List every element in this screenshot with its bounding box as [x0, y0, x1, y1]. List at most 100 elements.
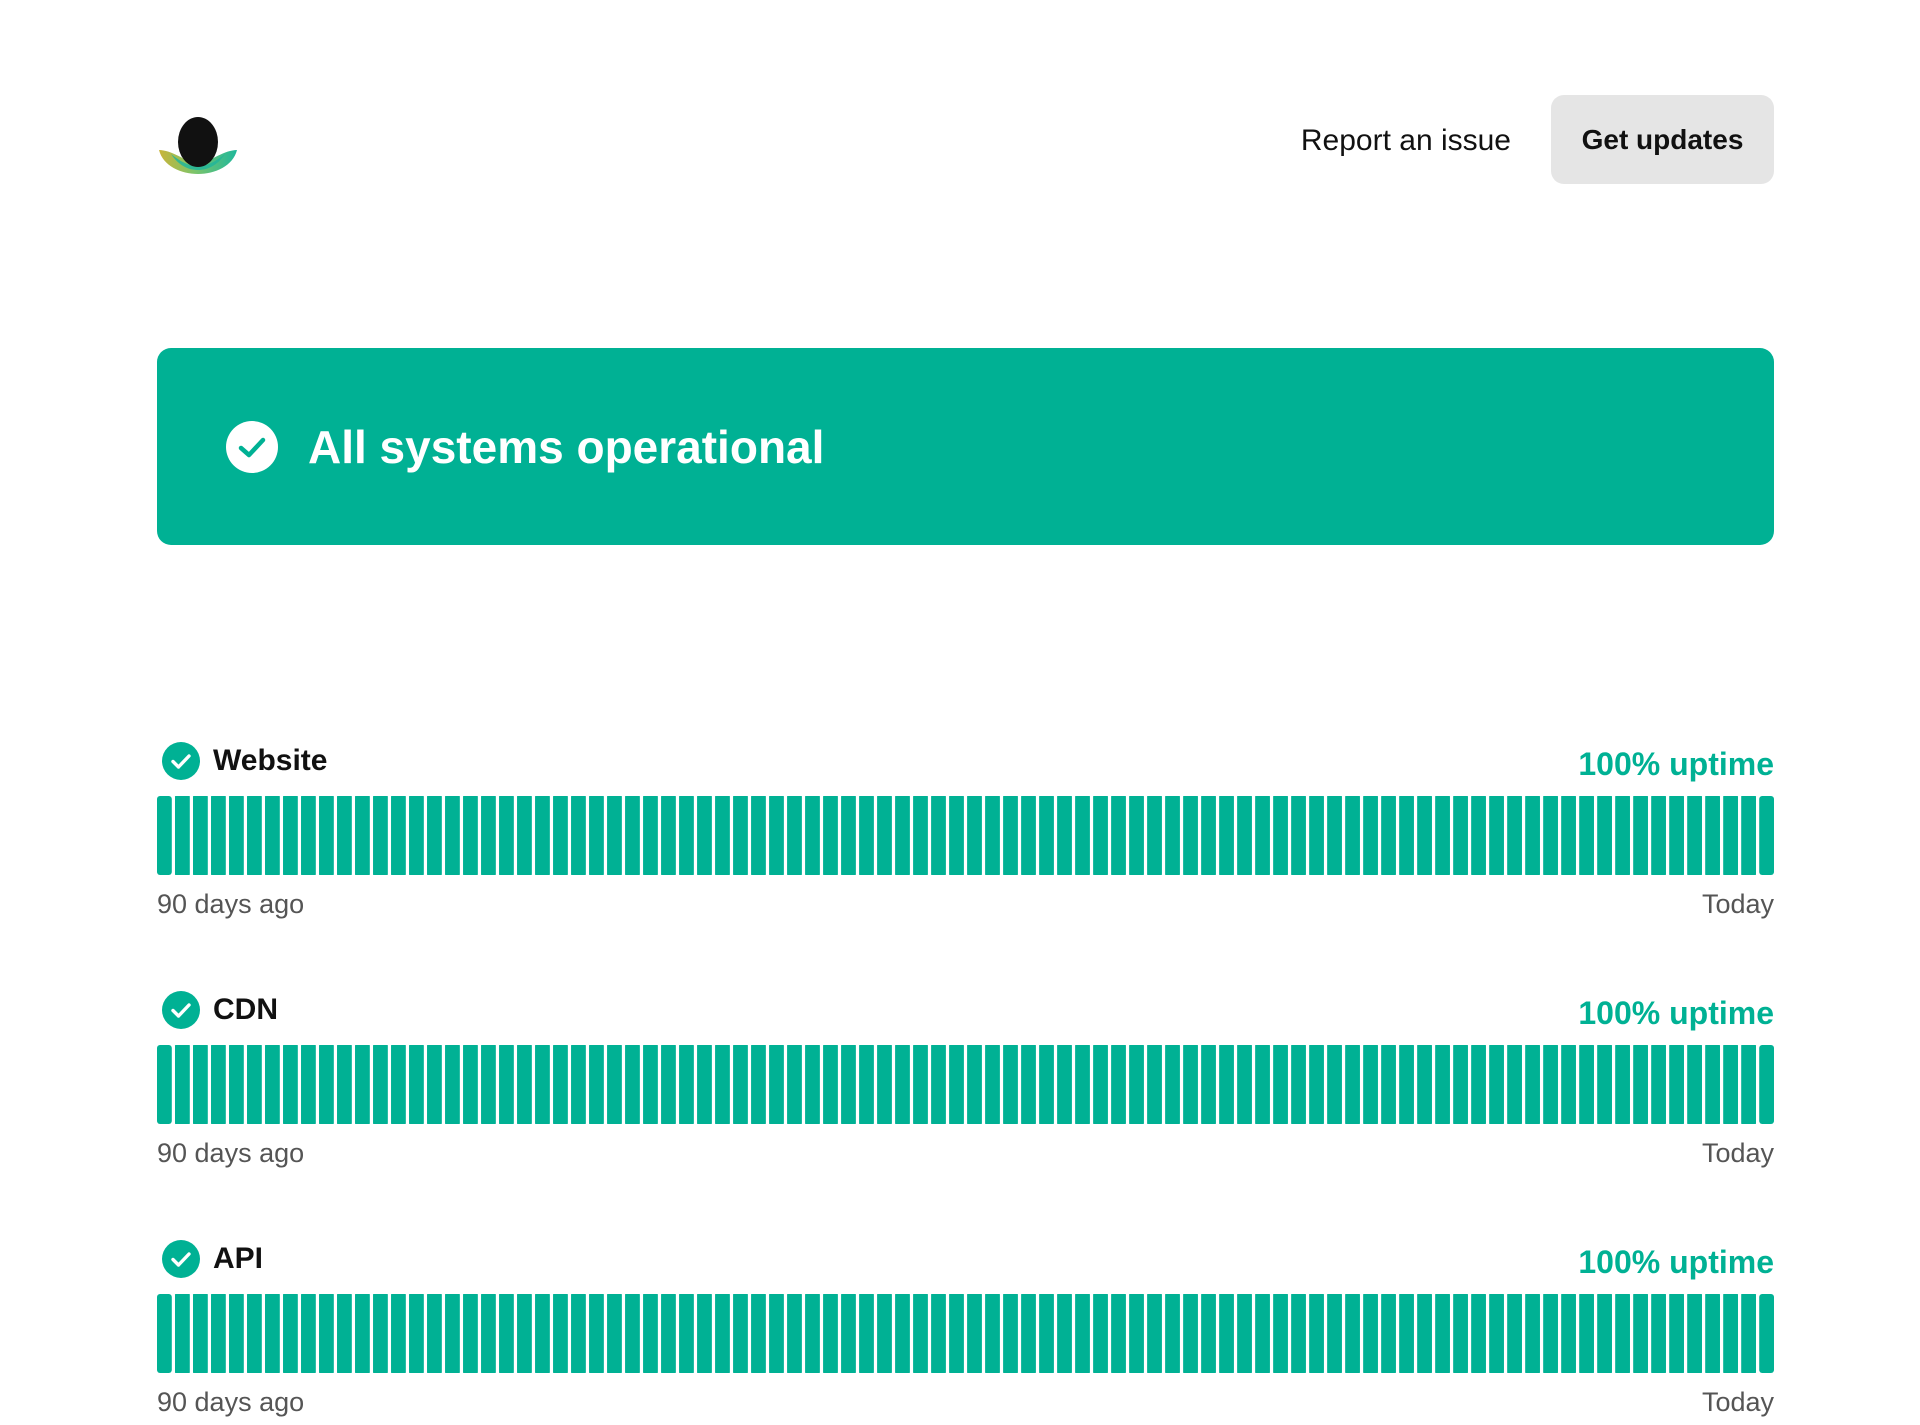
uptime-day-bar[interactable] — [625, 1045, 640, 1124]
uptime-day-bar[interactable] — [1489, 1045, 1504, 1124]
uptime-day-bar[interactable] — [1687, 1045, 1702, 1124]
uptime-day-bar[interactable] — [751, 796, 766, 875]
uptime-day-bar[interactable] — [1381, 1045, 1396, 1124]
uptime-day-bar[interactable] — [1021, 1294, 1036, 1373]
uptime-day-bar[interactable] — [769, 1294, 784, 1373]
uptime-day-bar[interactable] — [733, 1045, 748, 1124]
uptime-day-bar[interactable] — [265, 1294, 280, 1373]
uptime-day-bar[interactable] — [391, 796, 406, 875]
uptime-day-bar[interactable] — [949, 1294, 964, 1373]
uptime-day-bar[interactable] — [967, 1294, 982, 1373]
uptime-day-bar[interactable] — [1435, 1045, 1450, 1124]
uptime-day-bar[interactable] — [1075, 1045, 1090, 1124]
uptime-day-bar[interactable] — [913, 1294, 928, 1373]
uptime-day-bar[interactable] — [1633, 1045, 1648, 1124]
uptime-day-bar[interactable] — [1561, 1294, 1576, 1373]
uptime-day-bar[interactable] — [517, 1294, 532, 1373]
uptime-day-bar[interactable] — [373, 796, 388, 875]
uptime-day-bar[interactable] — [823, 1294, 838, 1373]
uptime-day-bar[interactable] — [355, 1045, 370, 1124]
uptime-day-bar[interactable] — [1651, 796, 1666, 875]
uptime-day-bar[interactable] — [463, 1294, 478, 1373]
uptime-day-bar[interactable] — [535, 1045, 550, 1124]
uptime-day-bar[interactable] — [1633, 796, 1648, 875]
uptime-day-bar[interactable] — [265, 796, 280, 875]
uptime-day-bar[interactable] — [553, 796, 568, 875]
uptime-day-bar[interactable] — [1741, 1294, 1756, 1373]
uptime-day-bar[interactable] — [481, 1045, 496, 1124]
uptime-day-bar[interactable] — [211, 1045, 226, 1124]
uptime-day-bar[interactable] — [1003, 796, 1018, 875]
uptime-day-bar[interactable] — [1237, 1045, 1252, 1124]
uptime-day-bar[interactable] — [1291, 796, 1306, 875]
uptime-day-bar[interactable] — [1741, 796, 1756, 875]
uptime-day-bar[interactable] — [1705, 1294, 1720, 1373]
uptime-day-bar[interactable] — [679, 1045, 694, 1124]
uptime-day-bar[interactable] — [931, 796, 946, 875]
uptime-day-bar[interactable] — [409, 796, 424, 875]
logo-icon[interactable] — [157, 110, 239, 175]
uptime-day-bar[interactable] — [1039, 1045, 1054, 1124]
uptime-day-bar[interactable] — [697, 1294, 712, 1373]
uptime-day-bar[interactable] — [1201, 796, 1216, 875]
uptime-day-bar[interactable] — [1003, 1294, 1018, 1373]
uptime-day-bar[interactable] — [1147, 796, 1162, 875]
uptime-day-bar[interactable] — [1759, 796, 1774, 875]
uptime-day-bar[interactable] — [787, 1294, 802, 1373]
uptime-day-bar[interactable] — [283, 796, 298, 875]
uptime-day-bar[interactable] — [283, 1294, 298, 1373]
uptime-day-bar[interactable] — [517, 796, 532, 875]
uptime-day-bar[interactable] — [1471, 1294, 1486, 1373]
uptime-day-bar[interactable] — [499, 1294, 514, 1373]
uptime-day-bar[interactable] — [589, 1045, 604, 1124]
uptime-day-bar[interactable] — [193, 1045, 208, 1124]
uptime-day-bar[interactable] — [1093, 1294, 1108, 1373]
uptime-day-bar[interactable] — [337, 1045, 352, 1124]
report-issue-link[interactable]: Report an issue — [1301, 123, 1511, 159]
uptime-day-bar[interactable] — [1291, 1294, 1306, 1373]
get-updates-button[interactable]: Get updates — [1551, 95, 1774, 184]
uptime-day-bar[interactable] — [787, 1045, 802, 1124]
uptime-day-bar[interactable] — [949, 796, 964, 875]
uptime-day-bar[interactable] — [445, 1045, 460, 1124]
uptime-day-bar[interactable] — [1453, 1045, 1468, 1124]
uptime-day-bar[interactable] — [1201, 1045, 1216, 1124]
uptime-day-bar[interactable] — [535, 796, 550, 875]
uptime-day-bar[interactable] — [535, 1294, 550, 1373]
uptime-day-bar[interactable] — [463, 1045, 478, 1124]
uptime-day-bar[interactable] — [1579, 796, 1594, 875]
uptime-day-bar[interactable] — [193, 796, 208, 875]
uptime-day-bar[interactable] — [1723, 1045, 1738, 1124]
uptime-day-bar[interactable] — [1255, 1294, 1270, 1373]
uptime-day-bar[interactable] — [607, 1045, 622, 1124]
uptime-day-bar[interactable] — [1219, 1045, 1234, 1124]
uptime-day-bar[interactable] — [913, 796, 928, 875]
uptime-day-bar[interactable] — [1471, 1045, 1486, 1124]
uptime-day-bar[interactable] — [859, 1294, 874, 1373]
uptime-day-bar[interactable] — [1597, 796, 1612, 875]
uptime-day-bar[interactable] — [1687, 796, 1702, 875]
uptime-day-bar[interactable] — [661, 1294, 676, 1373]
uptime-day-bar[interactable] — [877, 1294, 892, 1373]
uptime-day-bar[interactable] — [337, 1294, 352, 1373]
uptime-day-bar[interactable] — [859, 1045, 874, 1124]
uptime-day-bar[interactable] — [1309, 1045, 1324, 1124]
uptime-day-bar[interactable] — [553, 1045, 568, 1124]
uptime-day-bar[interactable] — [1507, 1294, 1522, 1373]
uptime-day-bar[interactable] — [571, 1294, 586, 1373]
uptime-day-bar[interactable] — [1417, 796, 1432, 875]
uptime-day-bar[interactable] — [247, 1294, 262, 1373]
uptime-day-bar[interactable] — [823, 1045, 838, 1124]
uptime-day-bar[interactable] — [211, 1294, 226, 1373]
uptime-day-bar[interactable] — [391, 1294, 406, 1373]
uptime-day-bar[interactable] — [589, 796, 604, 875]
uptime-day-bar[interactable] — [1543, 1045, 1558, 1124]
uptime-day-bar[interactable] — [229, 1294, 244, 1373]
uptime-day-bar[interactable] — [1183, 1294, 1198, 1373]
uptime-day-bar[interactable] — [409, 1294, 424, 1373]
uptime-day-bar[interactable] — [1453, 796, 1468, 875]
uptime-day-bar[interactable] — [1219, 796, 1234, 875]
uptime-day-bar[interactable] — [715, 1294, 730, 1373]
uptime-day-bar[interactable] — [1381, 1294, 1396, 1373]
uptime-day-bar[interactable] — [1093, 1045, 1108, 1124]
